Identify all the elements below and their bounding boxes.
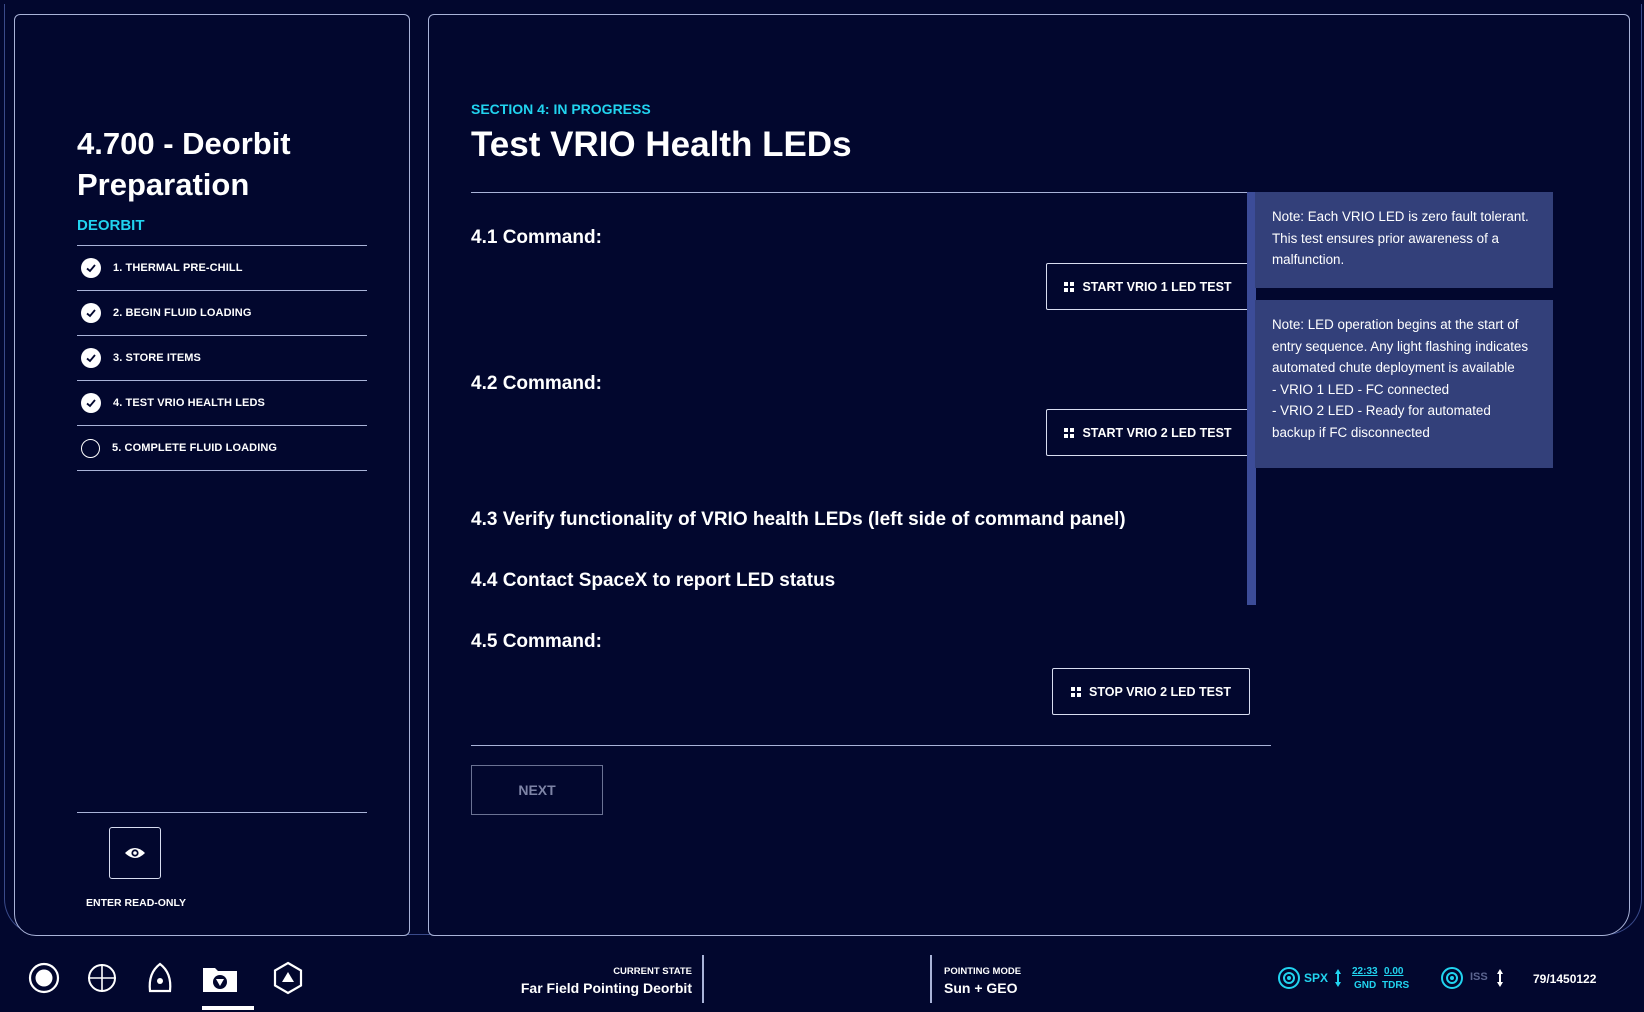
grid-icon <box>1064 427 1075 438</box>
nav-crosshair-icon[interactable] <box>84 960 120 996</box>
iss-link-arrows-icon <box>1496 968 1504 993</box>
start-vrio-2-led-test-button[interactable]: START VRIO 2 LED TEST <box>1046 409 1250 456</box>
spx-label: SPX <box>1304 971 1329 985</box>
tdrs-label: TDRS <box>1382 980 1410 991</box>
step-item-thermal-pre-chill[interactable]: 1. THERMAL PRE-CHILL <box>77 246 367 291</box>
stop-vrio-2-led-test-button[interactable]: STOP VRIO 2 LED TEST <box>1052 668 1250 715</box>
step-label: 2. BEGIN FLUID LOADING <box>113 307 252 319</box>
procedure-panel: 4.700 - Deorbit Preparation DEORBIT 1. T… <box>14 14 410 936</box>
step-4-4-contact: 4.4 Contact SpaceX to report LED status <box>471 570 836 591</box>
step-list: 1. THERMAL PRE-CHILL 2. BEGIN FLUID LOAD… <box>77 245 367 471</box>
note-card-fault-tolerance: Note: Each VRIO LED is zero fault tolera… <box>1255 192 1553 288</box>
section-panel: SECTION 4: IN PROGRESS Test VRIO Health … <box>428 14 1630 936</box>
bottom-status-bar <box>0 942 1644 1012</box>
step-4-2-command: 4.2 Command: <box>471 373 602 394</box>
divider <box>471 192 1271 193</box>
step-label: 5. COMPLETE FLUID LOADING <box>112 442 278 454</box>
divider <box>702 955 704 1003</box>
step-item-complete-fluid-loading[interactable]: 5. COMPLETE FLUID LOADING <box>77 426 367 471</box>
start-vrio-1-led-test-button[interactable]: START VRIO 1 LED TEST <box>1046 263 1250 310</box>
check-icon <box>81 348 101 368</box>
pointing-mode-value: Sun + GEO <box>944 980 1018 996</box>
divider <box>930 955 932 1003</box>
check-icon <box>81 303 101 323</box>
gnd-time-value: 22:33 <box>1352 966 1378 977</box>
step-4-3-verify: 4.3 Verify functionality of VRIO health … <box>471 509 1126 530</box>
nav-procedures-folder-icon[interactable] <box>200 960 240 996</box>
nav-active-indicator <box>202 1006 254 1010</box>
step-item-begin-fluid-loading[interactable]: 2. BEGIN FLUID LOADING <box>77 291 367 336</box>
check-icon <box>81 393 101 413</box>
current-state-label: CURRENT STATE <box>613 966 692 977</box>
grid-icon <box>1064 281 1075 292</box>
check-icon <box>81 258 101 278</box>
section-status: SECTION 4: IN PROGRESS <box>471 101 651 117</box>
procedure-category: DEORBIT <box>77 217 145 234</box>
step-label: 1. THERMAL PRE-CHILL <box>113 262 243 274</box>
counter-value: 79/1450122 <box>1533 972 1597 986</box>
note-card-led-operation: Note: LED operation begins at the start … <box>1255 300 1553 468</box>
divider <box>77 812 367 813</box>
nav-orbit-icon[interactable] <box>26 960 62 996</box>
step-item-test-vrio-health-leds[interactable]: 4. TEST VRIO HEALTH LEDS <box>77 381 367 426</box>
step-4-5-command: 4.5 Command: <box>471 631 602 652</box>
iss-label: ISS <box>1470 971 1488 983</box>
gnd-label: GND <box>1354 980 1377 991</box>
empty-circle-icon <box>81 438 100 458</box>
read-only-label: ENTER READ-ONLY <box>86 897 186 909</box>
nav-settings-icon[interactable] <box>270 960 306 996</box>
step-label: 4. TEST VRIO HEALTH LEDS <box>113 397 265 409</box>
procedure-title: 4.700 - Deorbit Preparation <box>77 126 291 202</box>
eye-icon <box>125 848 145 858</box>
spx-signal-icon <box>1277 966 1301 995</box>
step-item-store-items[interactable]: 3. STORE ITEMS <box>77 336 367 381</box>
section-title: Test VRIO Health LEDs <box>471 125 852 164</box>
step-4-1-command: 4.1 Command: <box>471 227 602 248</box>
read-only-button[interactable] <box>109 827 161 879</box>
link-arrows-icon <box>1334 968 1342 993</box>
step-label: 3. STORE ITEMS <box>113 352 201 364</box>
pointing-mode-label: POINTING MODE <box>944 966 1022 977</box>
nav-capsule-icon[interactable] <box>142 960 178 996</box>
next-button[interactable]: NEXT <box>471 765 603 815</box>
grid-icon <box>1071 686 1082 697</box>
iss-signal-icon <box>1440 966 1464 995</box>
current-state-value: Far Field Pointing Deorbit <box>520 980 692 996</box>
tdrs-value: 0.00 <box>1384 966 1404 977</box>
divider <box>471 745 1271 746</box>
